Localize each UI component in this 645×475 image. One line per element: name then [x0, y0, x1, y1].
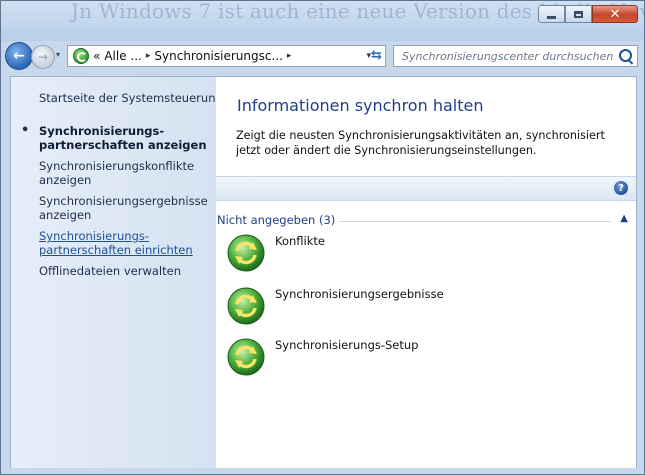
group-divider: [316, 221, 611, 222]
list-item-label: Synchronisierungs-Setup: [275, 338, 419, 352]
list-item-label: Konflikte: [275, 234, 325, 248]
sync-icon: [226, 233, 266, 273]
breadcrumb-separator[interactable]: ▸: [146, 51, 151, 61]
back-button[interactable]: ←: [5, 42, 33, 70]
sidebar-item-setup-partnerships[interactable]: Synchronisierungs-partnerschaften einric…: [39, 229, 214, 257]
maximize-icon: [574, 10, 583, 18]
minimize-button[interactable]: [538, 5, 565, 23]
content-area: Startseite der Systemsteuerung Synchroni…: [10, 76, 637, 469]
sidebar-home-link[interactable]: Startseite der Systemsteuerung: [39, 91, 223, 105]
window-controls: ✕: [538, 5, 638, 23]
sync-center-icon: [73, 48, 89, 64]
page-title: Informationen synchron halten: [237, 96, 484, 115]
group-label: Nicht angegeben (3): [217, 213, 340, 227]
refresh-button[interactable]: ⇆: [367, 45, 386, 65]
sync-icon: [226, 286, 266, 326]
title-bar[interactable]: Jn Windows 7 ist auch eine neue Version …: [1, 1, 644, 41]
sidebar-item-view-results[interactable]: Synchronisierungsergebnisse anzeigen: [39, 194, 214, 222]
explorer-window: Jn Windows 7 ist auch eine neue Version …: [0, 0, 645, 475]
search-input[interactable]: [394, 46, 617, 66]
sidebar-task-list: Synchronisierungs-partnerschaften anzeig…: [21, 124, 214, 285]
close-icon: ✕: [609, 6, 621, 22]
arrow-left-icon: ←: [13, 48, 25, 64]
list-item-conflicts[interactable]: Konflikte: [226, 233, 325, 277]
arrow-right-icon: →: [37, 50, 49, 64]
breadcrumb-sync-center[interactable]: Synchronisierungsc...: [154, 49, 283, 63]
main-pane: Informationen synchron halten Zeigt die …: [216, 77, 636, 468]
minimize-icon: [547, 15, 556, 19]
close-button[interactable]: ✕: [592, 5, 638, 23]
sidebar-item-view-conflicts[interactable]: Synchronisierungskonflikte anzeigen: [39, 159, 214, 187]
window-bottom-frame: [10, 468, 637, 474]
address-prefix[interactable]: «: [93, 49, 100, 63]
group-header[interactable]: Nicht angegeben (3) ▲: [216, 213, 636, 229]
list-item-label: Synchronisierungsergebnisse: [275, 287, 444, 301]
page-description: Zeigt die neusten Synchronisierungsaktiv…: [236, 129, 605, 157]
breadcrumb-all[interactable]: Alle ...: [104, 49, 142, 63]
breadcrumb-separator[interactable]: ▸: [287, 51, 292, 61]
recent-pages-button[interactable]: ▾: [56, 50, 60, 59]
forward-button[interactable]: →: [31, 45, 55, 69]
sync-icon: [226, 337, 266, 377]
help-icon[interactable]: ?: [614, 181, 628, 195]
address-bar[interactable]: « Alle ... ▸ Synchronisierungsc... ▸ ▾: [67, 45, 386, 67]
sidebar: Startseite der Systemsteuerung Synchroni…: [11, 77, 223, 468]
search-icon[interactable]: [619, 49, 632, 62]
sidebar-item-offline-files[interactable]: Offlinedateien verwalten: [39, 264, 214, 278]
maximize-button[interactable]: [565, 5, 592, 23]
collapse-icon[interactable]: ▲: [620, 213, 628, 224]
search-box[interactable]: [393, 45, 638, 67]
navigation-bar: ← → ▾ « Alle ... ▸ Synchronisierungsc...…: [1, 41, 644, 77]
command-bar: ?: [216, 176, 636, 201]
list-item-sync-results[interactable]: Synchronisierungsergebnisse: [226, 286, 444, 330]
refresh-icon: ⇆: [371, 47, 382, 63]
list-item-sync-setup[interactable]: Synchronisierungs-Setup: [226, 337, 418, 381]
sidebar-item-view-partnerships[interactable]: Synchronisierungs-partnerschaften anzeig…: [21, 124, 214, 152]
